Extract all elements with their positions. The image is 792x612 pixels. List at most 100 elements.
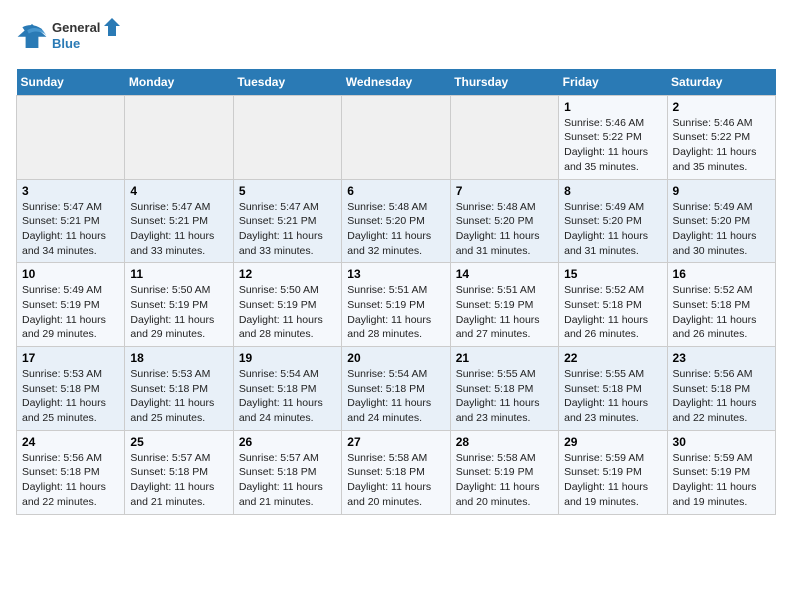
day-number: 28 (456, 435, 553, 449)
day-info: Sunrise: 5:46 AM Sunset: 5:22 PM Dayligh… (673, 116, 770, 175)
calendar-header-tuesday: Tuesday (233, 69, 341, 96)
day-info: Sunrise: 5:50 AM Sunset: 5:19 PM Dayligh… (239, 283, 336, 342)
day-number: 2 (673, 100, 770, 114)
day-info: Sunrise: 5:51 AM Sunset: 5:19 PM Dayligh… (347, 283, 444, 342)
calendar-cell: 1 Sunrise: 5:46 AM Sunset: 5:22 PM Daylig… (559, 95, 667, 179)
day-number: 23 (673, 351, 770, 365)
day-info: Sunrise: 5:56 AM Sunset: 5:18 PM Dayligh… (22, 451, 119, 510)
day-info: Sunrise: 5:57 AM Sunset: 5:18 PM Dayligh… (239, 451, 336, 510)
calendar-header-friday: Friday (559, 69, 667, 96)
calendar-cell: 7 Sunrise: 5:48 AM Sunset: 5:20 PM Daylig… (450, 179, 558, 263)
calendar-cell: 26 Sunrise: 5:57 AM Sunset: 5:18 PM Dayli… (233, 430, 341, 514)
calendar-cell: 13 Sunrise: 5:51 AM Sunset: 5:19 PM Dayli… (342, 263, 450, 347)
day-number: 26 (239, 435, 336, 449)
calendar-cell: 28 Sunrise: 5:58 AM Sunset: 5:19 PM Dayli… (450, 430, 558, 514)
day-number: 9 (673, 184, 770, 198)
calendar-cell: 18 Sunrise: 5:53 AM Sunset: 5:18 PM Dayli… (125, 347, 233, 431)
day-number: 7 (456, 184, 553, 198)
logo-svg: General Blue (52, 16, 122, 52)
day-number: 6 (347, 184, 444, 198)
calendar-cell: 29 Sunrise: 5:59 AM Sunset: 5:19 PM Dayli… (559, 430, 667, 514)
calendar-cell: 23 Sunrise: 5:56 AM Sunset: 5:18 PM Dayli… (667, 347, 775, 431)
calendar-week-4: 17 Sunrise: 5:53 AM Sunset: 5:18 PM Dayli… (17, 347, 776, 431)
day-info: Sunrise: 5:55 AM Sunset: 5:18 PM Dayligh… (564, 367, 661, 426)
calendar-cell (233, 95, 341, 179)
day-info: Sunrise: 5:48 AM Sunset: 5:20 PM Dayligh… (456, 200, 553, 259)
day-info: Sunrise: 5:54 AM Sunset: 5:18 PM Dayligh… (347, 367, 444, 426)
day-info: Sunrise: 5:49 AM Sunset: 5:20 PM Dayligh… (673, 200, 770, 259)
day-number: 29 (564, 435, 661, 449)
calendar-cell: 19Sunrise: 5:54 AM Sunset: 5:18 PM Dayli… (233, 347, 341, 431)
day-number: 10 (22, 267, 119, 281)
calendar-cell: 5Sunrise: 5:47 AM Sunset: 5:21 PM Daylig… (233, 179, 341, 263)
day-info: Sunrise: 5:48 AM Sunset: 5:20 PM Dayligh… (347, 200, 444, 259)
day-number: 20 (347, 351, 444, 365)
calendar-cell: 30 Sunrise: 5:59 AM Sunset: 5:19 PM Dayli… (667, 430, 775, 514)
day-number: 30 (673, 435, 770, 449)
page-header: General Blue (16, 16, 776, 57)
calendar-cell (125, 95, 233, 179)
day-info: Sunrise: 5:56 AM Sunset: 5:18 PM Dayligh… (673, 367, 770, 426)
calendar-cell: 4Sunrise: 5:47 AM Sunset: 5:21 PM Daylig… (125, 179, 233, 263)
day-number: 1 (564, 100, 661, 114)
calendar-header-sunday: Sunday (17, 69, 125, 96)
day-info: Sunrise: 5:52 AM Sunset: 5:18 PM Dayligh… (673, 283, 770, 342)
day-number: 25 (130, 435, 227, 449)
calendar-cell: 12 Sunrise: 5:50 AM Sunset: 5:19 PM Dayli… (233, 263, 341, 347)
calendar-cell: 25 Sunrise: 5:57 AM Sunset: 5:18 PM Dayli… (125, 430, 233, 514)
day-info: Sunrise: 5:49 AM Sunset: 5:20 PM Dayligh… (564, 200, 661, 259)
day-info: Sunrise: 5:47 AM Sunset: 5:21 PM Dayligh… (22, 200, 119, 259)
day-number: 27 (347, 435, 444, 449)
calendar-cell (17, 95, 125, 179)
calendar-cell: 11 Sunrise: 5:50 AM Sunset: 5:19 PM Dayli… (125, 263, 233, 347)
calendar-cell: 14 Sunrise: 5:51 AM Sunset: 5:19 PM Dayli… (450, 263, 558, 347)
calendar-week-3: 10 Sunrise: 5:49 AM Sunset: 5:19 PM Dayli… (17, 263, 776, 347)
calendar-header-saturday: Saturday (667, 69, 775, 96)
day-number: 18 (130, 351, 227, 365)
day-info: Sunrise: 5:52 AM Sunset: 5:18 PM Dayligh… (564, 283, 661, 342)
day-info: Sunrise: 5:55 AM Sunset: 5:18 PM Dayligh… (456, 367, 553, 426)
day-info: Sunrise: 5:58 AM Sunset: 5:18 PM Dayligh… (347, 451, 444, 510)
day-number: 21 (456, 351, 553, 365)
calendar-cell: 16Sunrise: 5:52 AM Sunset: 5:18 PM Dayli… (667, 263, 775, 347)
calendar-header-wednesday: Wednesday (342, 69, 450, 96)
logo-icon (16, 22, 48, 50)
day-info: Sunrise: 5:49 AM Sunset: 5:19 PM Dayligh… (22, 283, 119, 342)
day-number: 3 (22, 184, 119, 198)
calendar-cell: 27 Sunrise: 5:58 AM Sunset: 5:18 PM Dayli… (342, 430, 450, 514)
calendar-week-2: 3 Sunrise: 5:47 AM Sunset: 5:21 PM Daylig… (17, 179, 776, 263)
day-number: 8 (564, 184, 661, 198)
day-number: 22 (564, 351, 661, 365)
day-info: Sunrise: 5:47 AM Sunset: 5:21 PM Dayligh… (239, 200, 336, 259)
calendar-cell: 9 Sunrise: 5:49 AM Sunset: 5:20 PM Daylig… (667, 179, 775, 263)
calendar-week-1: 1 Sunrise: 5:46 AM Sunset: 5:22 PM Daylig… (17, 95, 776, 179)
day-number: 11 (130, 267, 227, 281)
day-info: Sunrise: 5:57 AM Sunset: 5:18 PM Dayligh… (130, 451, 227, 510)
calendar-table: SundayMondayTuesdayWednesdayThursdayFrid… (16, 69, 776, 515)
day-number: 13 (347, 267, 444, 281)
svg-text:Blue: Blue (52, 36, 80, 51)
calendar-cell (342, 95, 450, 179)
day-number: 12 (239, 267, 336, 281)
svg-text:General: General (52, 20, 100, 35)
day-number: 17 (22, 351, 119, 365)
calendar-cell (450, 95, 558, 179)
day-info: Sunrise: 5:54 AM Sunset: 5:18 PM Dayligh… (239, 367, 336, 426)
day-info: Sunrise: 5:46 AM Sunset: 5:22 PM Dayligh… (564, 116, 661, 175)
day-info: Sunrise: 5:51 AM Sunset: 5:19 PM Dayligh… (456, 283, 553, 342)
day-info: Sunrise: 5:59 AM Sunset: 5:19 PM Dayligh… (564, 451, 661, 510)
day-number: 15 (564, 267, 661, 281)
day-info: Sunrise: 5:59 AM Sunset: 5:19 PM Dayligh… (673, 451, 770, 510)
day-info: Sunrise: 5:58 AM Sunset: 5:19 PM Dayligh… (456, 451, 553, 510)
day-number: 14 (456, 267, 553, 281)
calendar-cell: 20 Sunrise: 5:54 AM Sunset: 5:18 PM Dayli… (342, 347, 450, 431)
day-info: Sunrise: 5:50 AM Sunset: 5:19 PM Dayligh… (130, 283, 227, 342)
calendar-header-monday: Monday (125, 69, 233, 96)
calendar-week-5: 24 Sunrise: 5:56 AM Sunset: 5:18 PM Dayli… (17, 430, 776, 514)
day-number: 24 (22, 435, 119, 449)
calendar-cell: 22 Sunrise: 5:55 AM Sunset: 5:18 PM Dayli… (559, 347, 667, 431)
calendar-cell: 21 Sunrise: 5:55 AM Sunset: 5:18 PM Dayli… (450, 347, 558, 431)
day-info: Sunrise: 5:53 AM Sunset: 5:18 PM Dayligh… (130, 367, 227, 426)
calendar-cell: 6 Sunrise: 5:48 AM Sunset: 5:20 PM Daylig… (342, 179, 450, 263)
calendar-header-thursday: Thursday (450, 69, 558, 96)
